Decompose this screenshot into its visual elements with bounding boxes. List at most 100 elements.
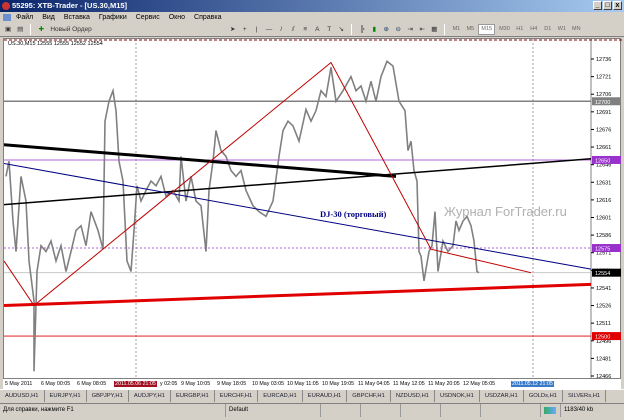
- chart-tab[interactable]: EURAUD,H1: [303, 390, 348, 402]
- toolbar: ▣ ▤ ✚ Новый Ордер ➤ + | — / ⫽ ≡ A T ↘ ╠ …: [0, 23, 624, 37]
- profiles-icon[interactable]: ▤: [15, 24, 25, 35]
- chart-tab[interactable]: EURCAD,H1: [258, 390, 303, 402]
- crosshair-time-label: 2011.05.06 21:05: [114, 381, 157, 387]
- chart-tab[interactable]: EURCHF,H1: [215, 390, 259, 402]
- chart-tab[interactable]: EURJPY,H1: [45, 390, 87, 402]
- chart-tabs: AUDUSD,H1 EURJPY,H1 GBPJPY,H1 AUDJPY,H1 …: [0, 389, 624, 402]
- price-tick-label: 12541: [596, 286, 611, 292]
- chart-tab[interactable]: GOLDs,H1: [524, 390, 564, 402]
- time-label: 6 May 00:05: [41, 381, 71, 387]
- chart-tab[interactable]: AUDJPY,H1: [129, 390, 171, 402]
- chart-shift-icon[interactable]: ⇤: [417, 24, 427, 35]
- price-marker-label: 12700: [595, 100, 610, 106]
- timeframe-m30[interactable]: M30: [497, 24, 512, 35]
- new-order-icon[interactable]: ✚: [36, 24, 46, 35]
- symbol-info: US.30,M15 12555 12555 12552 12554: [8, 41, 103, 47]
- candles-icon[interactable]: ▮: [369, 24, 379, 35]
- time-label: y 02:05: [160, 381, 178, 387]
- thick-black-resistance: [4, 143, 397, 178]
- vertical-line-icon[interactable]: |: [252, 24, 262, 35]
- close-button[interactable]: x: [613, 1, 622, 10]
- bar-chart-icon[interactable]: ╠: [357, 24, 367, 35]
- chart-tab[interactable]: AUDUSD,H1: [0, 390, 45, 402]
- chart-tab[interactable]: SILVERs,H1: [563, 390, 607, 402]
- time-label: 10 May 03:05: [252, 381, 285, 387]
- text-icon[interactable]: A: [312, 24, 322, 35]
- minimize-button[interactable]: _: [593, 1, 602, 10]
- connection-icon: [544, 407, 556, 414]
- timeframe-h4[interactable]: H4: [528, 24, 540, 35]
- status-bar: Для справки, нажмите F1 Default 1183/40 …: [0, 403, 624, 417]
- price-tick-label: 12736: [596, 57, 611, 63]
- horizontal-line-icon[interactable]: —: [264, 24, 275, 35]
- time-label: 6 May 08:05: [77, 381, 107, 387]
- zoom-out-icon[interactable]: ⊖: [393, 24, 403, 35]
- indicators-icon[interactable]: ▦: [429, 24, 439, 35]
- black-support: [4, 158, 592, 206]
- price-tick-label: 12616: [596, 198, 611, 204]
- fibonacci-icon[interactable]: ≡: [300, 24, 310, 35]
- zoom-in-icon[interactable]: ⊕: [381, 24, 391, 35]
- chart-tab[interactable]: USDZAR,H1: [480, 390, 524, 402]
- menu-help[interactable]: Справка: [194, 12, 221, 23]
- channel-icon[interactable]: ⫽: [288, 24, 298, 35]
- label-icon[interactable]: T: [324, 24, 334, 35]
- crosshair-icon[interactable]: +: [240, 24, 250, 35]
- time-label: 11 May 12:05: [393, 381, 425, 387]
- time-label: 5 May 2011: [5, 381, 33, 387]
- document-icon: [3, 14, 11, 21]
- chart-tab[interactable]: USDNOK,H1: [435, 390, 480, 402]
- menu-file[interactable]: Файл: [16, 12, 33, 23]
- price-marker-label: 12500: [595, 335, 610, 341]
- price-tick-label: 12601: [596, 216, 611, 222]
- autoscroll-icon[interactable]: ⇥: [405, 24, 415, 35]
- price-tick-label: 12721: [596, 75, 611, 81]
- time-label: 10 May 19:05: [322, 381, 355, 387]
- chart-tab[interactable]: EURGBP,H1: [171, 390, 215, 402]
- cursor-icon[interactable]: ➤: [228, 24, 238, 35]
- price-marker-label: 12575: [595, 247, 610, 253]
- new-order-button[interactable]: Новый Ордер: [48, 24, 93, 35]
- price-tick-label: 12691: [596, 110, 611, 116]
- time-label: 9 May 10:05: [181, 381, 211, 387]
- timeframe-m5[interactable]: M5: [464, 24, 476, 35]
- menu-charts[interactable]: Графики: [99, 12, 127, 23]
- price-marker-label: 12554: [595, 271, 610, 277]
- time-label: 11 May 04:05: [358, 381, 390, 387]
- title-bar: 55295: XTB-Trader - [US.30,M15] _ □ x: [0, 0, 624, 12]
- instrument-label: DJ-30 (торговый): [320, 209, 387, 219]
- timeframe-m1[interactable]: M1: [450, 24, 462, 35]
- window-title: 55295: XTB-Trader - [US.30,M15]: [12, 1, 128, 10]
- trendline-icon[interactable]: /: [276, 24, 286, 35]
- timeframe-w1[interactable]: W1: [556, 24, 568, 35]
- status-profile: Default: [225, 404, 320, 417]
- menu-bar: Файл Вид Вставка Графики Сервис Окно Спр…: [0, 12, 624, 23]
- status-help: Для справки, нажмите F1: [3, 407, 74, 413]
- crosshair-time-label: 2011.05.12 21:05: [511, 381, 554, 387]
- timeframe-h1[interactable]: H1: [514, 24, 526, 35]
- new-chart-icon[interactable]: ▣: [3, 24, 13, 35]
- timeframe-mn[interactable]: MN: [570, 24, 583, 35]
- menu-insert[interactable]: Вставка: [64, 12, 90, 23]
- thick-red-support: [4, 282, 592, 308]
- chart-tab[interactable]: NZDUSD,H1: [391, 390, 435, 402]
- timeframe-d1[interactable]: D1: [542, 24, 554, 35]
- price-tick-label: 12511: [596, 321, 611, 327]
- menu-view[interactable]: Вид: [42, 12, 55, 23]
- timeframe-m15[interactable]: M15: [478, 24, 496, 35]
- price-tick-label: 12481: [596, 356, 611, 362]
- time-label: 10 May 11:05: [287, 381, 319, 387]
- menu-tools[interactable]: Сервис: [136, 12, 160, 23]
- menu-window[interactable]: Окно: [169, 12, 185, 23]
- chart-tab[interactable]: GBPJPY,H1: [87, 390, 129, 402]
- watermark: Журнал ForTrader.ru: [444, 204, 567, 219]
- price-tick-label: 12526: [596, 304, 611, 310]
- price-tick-label: 12631: [596, 180, 611, 186]
- chart-tab[interactable]: GBPCHF,H1: [347, 390, 391, 402]
- price-tick-label: 12661: [596, 145, 611, 151]
- price-chart[interactable]: 12736 12721 12706 12691 12676 12661 12646 12631…: [3, 38, 622, 380]
- maximize-button[interactable]: □: [603, 1, 612, 10]
- arrows-icon[interactable]: ↘: [336, 24, 346, 35]
- price-tick-label: 12586: [596, 233, 611, 239]
- app-icon: [2, 2, 10, 10]
